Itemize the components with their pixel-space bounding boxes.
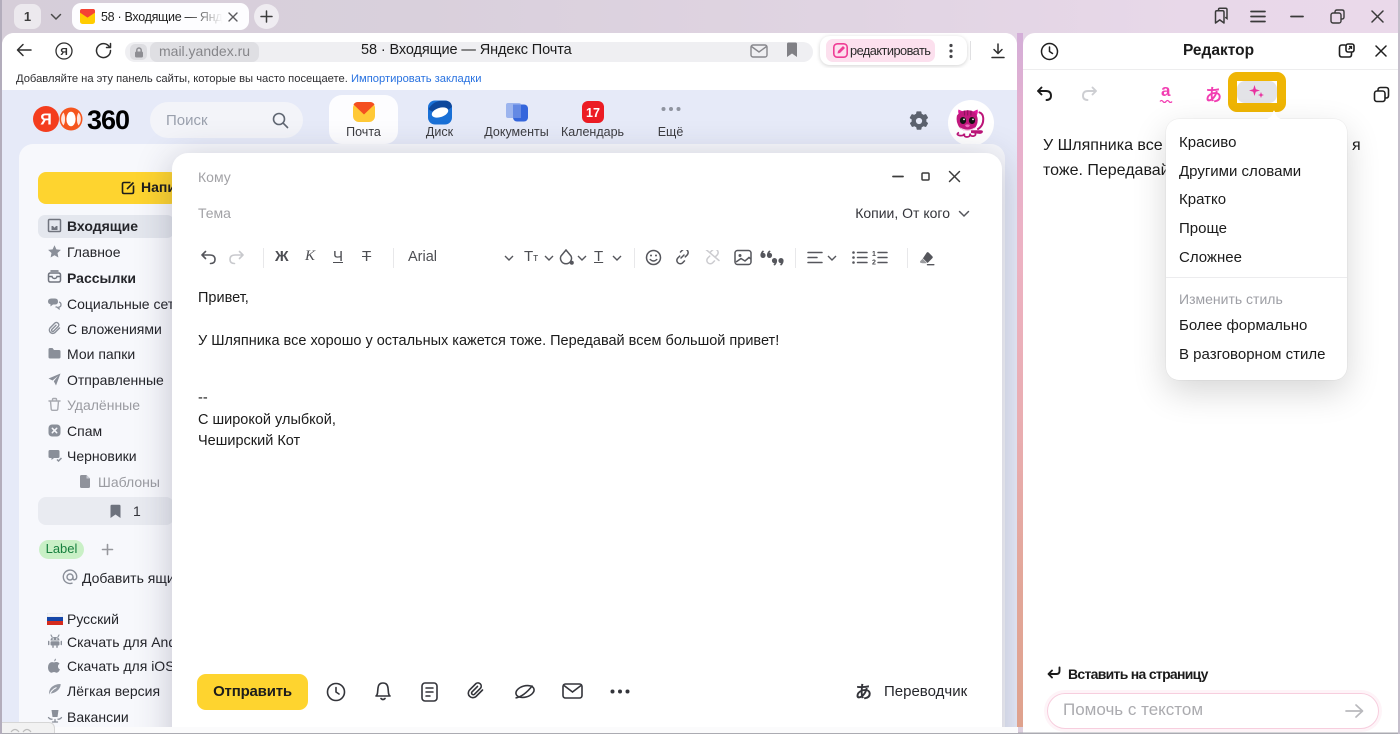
svg-text:1: 1	[872, 251, 876, 258]
svg-text:2: 2	[872, 260, 876, 267]
svg-text:360: 360	[87, 105, 129, 133]
svg-text:17: 17	[586, 106, 600, 120]
svg-text:あ: あ	[855, 683, 872, 702]
svg-text:Я: Я	[40, 112, 52, 129]
svg-text:Я: Я	[60, 46, 68, 58]
